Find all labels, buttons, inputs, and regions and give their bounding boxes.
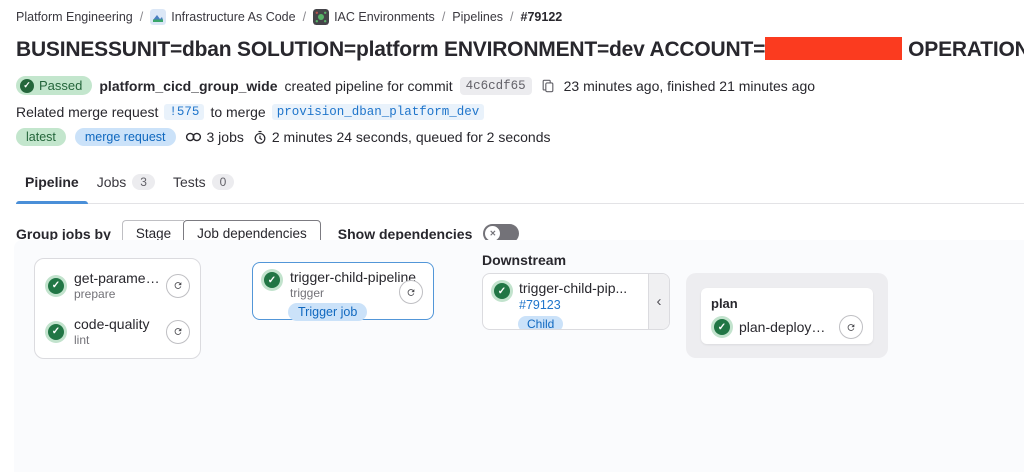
breadcrumb-separator: / <box>441 10 446 24</box>
downstream-section-label: Downstream <box>482 252 567 268</box>
child-stage-name: plan <box>711 296 738 311</box>
tab-jobs[interactable]: Jobs 3 <box>88 166 164 203</box>
retry-icon <box>174 328 182 335</box>
merge-request-badge: merge request <box>74 128 176 147</box>
pipeline-success-icon: ✓ <box>494 283 510 299</box>
retry-job-button[interactable] <box>166 273 190 298</box>
jobs-count: 3 jobs <box>185 129 244 145</box>
job-trigger-child-pipeline-card[interactable]: ✓ trigger-child-pipeline trigger Trigger… <box>252 262 434 321</box>
job-success-icon: ✓ <box>48 323 64 340</box>
pipeline-meta-row: latest merge request 3 jobs 2 minutes 24… <box>16 128 1024 147</box>
job-name: trigger-child-pipeline <box>290 269 417 285</box>
redacted-account-value <box>765 37 903 60</box>
downstream-pipeline-name: trigger-child-pip... <box>519 280 628 296</box>
mr-ref-link[interactable]: !575 <box>164 104 205 121</box>
job-success-icon: ✓ <box>48 277 64 294</box>
timer-icon <box>254 130 266 144</box>
source-branch-link[interactable]: provision_dban_platform_dev <box>271 104 485 121</box>
check-circle-icon: ✓ <box>20 78 34 93</box>
links-icon <box>185 132 201 142</box>
downstream-pipeline-card[interactable]: ✓ trigger-child-pip... #79123 Child ‹ <box>482 273 670 330</box>
environments-avatar-icon <box>313 9 330 25</box>
copy-commit-sha-button[interactable] <box>539 79 557 93</box>
job-stage-label: prepare <box>74 287 116 301</box>
stage-group-card: ✓ get-parameters prepare ✓ code-quality … <box>34 258 201 359</box>
jobs-count-pill: 3 <box>132 174 155 191</box>
latest-badge: latest <box>16 128 66 147</box>
status-badge[interactable]: ✓ Passed <box>16 76 93 96</box>
breadcrumb-separator: / <box>302 10 307 24</box>
breadcrumb-project-link[interactable]: IAC Environments <box>313 9 435 25</box>
job-name: code-quality <box>74 316 150 332</box>
toggle-off-x-icon: ✕ <box>485 226 501 242</box>
child-pipeline-panel: plan ✓ plan-deployment <box>686 273 888 358</box>
job-stage-label: lint <box>74 333 90 347</box>
trigger-job-badge: Trigger job <box>288 303 368 321</box>
pipeline-author-link[interactable]: platform_cicd_group_wide <box>99 78 277 94</box>
commit-sha-link[interactable]: 4c6cdf65 <box>459 76 532 95</box>
job-code-quality[interactable]: ✓ code-quality lint <box>45 316 190 347</box>
retry-icon <box>407 288 415 296</box>
retry-icon <box>174 282 182 289</box>
downstream-pipeline-id-link[interactable]: #79123 <box>519 298 561 312</box>
retry-icon <box>847 323 855 331</box>
status-action-text: created pipeline for commit <box>284 77 453 94</box>
job-success-icon: ✓ <box>264 272 280 288</box>
job-plan-deployment[interactable]: ✓ plan-deployment <box>711 315 863 339</box>
job-stage-label: trigger <box>290 286 325 300</box>
breadcrumb-subgroup-link[interactable]: Infrastructure As Code <box>150 9 296 25</box>
related-mr-row: Related merge request !575 to merge prov… <box>16 104 1024 121</box>
pipeline-tabs: Pipeline Jobs 3 Tests 0 <box>16 166 1024 205</box>
child-stage-card: plan ✓ plan-deployment <box>701 288 873 344</box>
collapse-downstream-button[interactable]: ‹ <box>648 274 669 329</box>
chevron-left-icon: ‹ <box>656 293 662 310</box>
breadcrumb-pipeline-id: #79122 <box>520 10 563 24</box>
breadcrumb-pipelines-link[interactable]: Pipelines <box>452 10 503 24</box>
job-name: plan-deployment <box>739 319 834 335</box>
tab-tests[interactable]: Tests 0 <box>164 166 243 203</box>
retry-job-button[interactable] <box>166 319 190 344</box>
related-mr-prefix: Related merge request <box>16 104 159 121</box>
job-name: get-parameters <box>74 270 160 286</box>
copy-icon <box>542 79 554 92</box>
breadcrumb-separator: / <box>510 10 514 24</box>
tab-pipeline[interactable]: Pipeline <box>16 166 88 205</box>
related-mr-middle: to merge <box>210 104 266 121</box>
retry-job-button[interactable] <box>839 315 863 339</box>
retry-job-button[interactable] <box>399 280 423 304</box>
pipeline-status-row: ✓ Passed platform_cicd_group_wide create… <box>16 76 1024 96</box>
breadcrumb-separator: / <box>139 10 144 24</box>
pipeline-duration: 2 minutes 24 seconds, queued for 2 secon… <box>253 129 551 145</box>
breadcrumb: Platform Engineering / Infrastructure As… <box>16 9 1024 25</box>
breadcrumb-group-link[interactable]: Platform Engineering <box>16 10 133 24</box>
tests-count-pill: 0 <box>211 174 235 191</box>
pipeline-graph: ✓ get-parameters prepare ✓ code-quality … <box>14 240 1024 472</box>
job-success-icon: ✓ <box>714 319 730 335</box>
page-title: BUSINESSUNIT=dban SOLUTION=platform ENVI… <box>16 37 1024 61</box>
pipeline-timing-text: 23 minutes ago, finished 21 minutes ago <box>563 77 816 94</box>
infrastructure-avatar-icon <box>150 9 167 25</box>
child-pipeline-badge: Child <box>518 316 564 329</box>
job-get-parameters[interactable]: ✓ get-parameters prepare <box>45 270 190 301</box>
